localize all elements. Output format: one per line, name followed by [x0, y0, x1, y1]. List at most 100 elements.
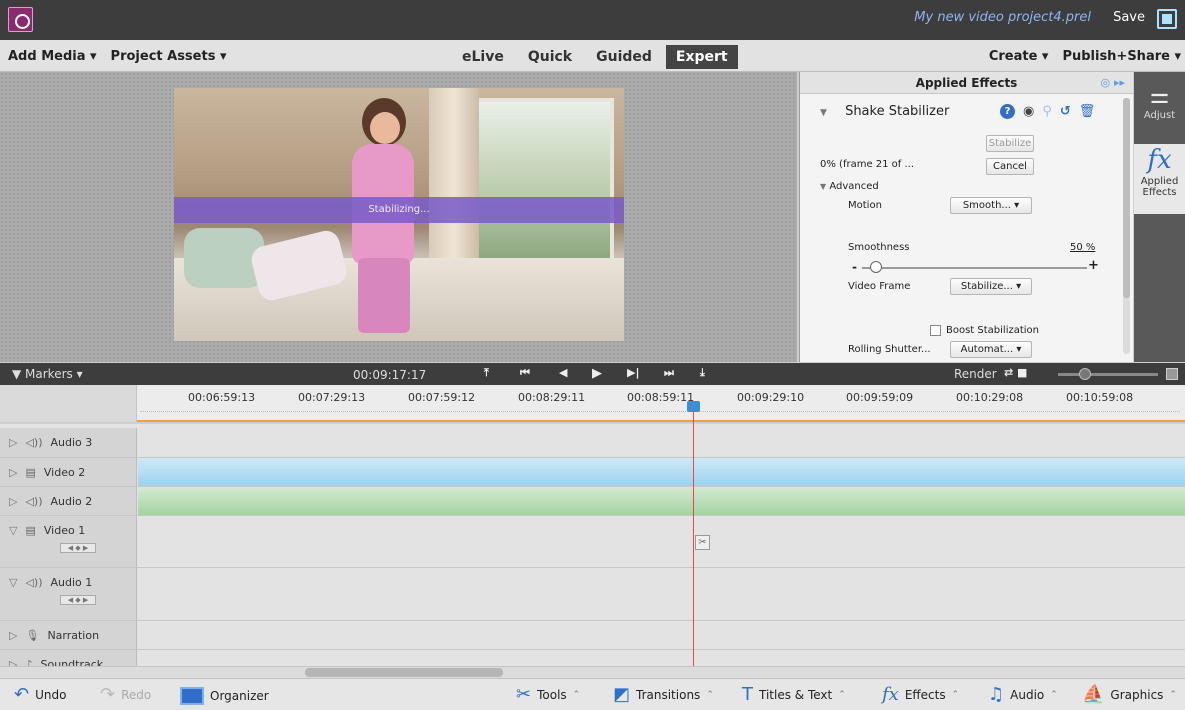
- smoothness-slider-knob[interactable]: [870, 261, 882, 273]
- collapse-triangle-icon[interactable]: ▼: [820, 108, 827, 118]
- sailboat-icon: ⛵: [1082, 684, 1105, 705]
- track-header[interactable]: ▷ 🎙 Narration: [0, 621, 137, 649]
- caret-icon: ⌃: [1050, 690, 1058, 700]
- title-bar: My new video project4.prel Save: [0, 0, 1185, 40]
- project-assets-menu[interactable]: Project Assets ▾: [111, 49, 227, 64]
- redo-icon: ↷: [100, 684, 116, 705]
- create-menu[interactable]: Create ▾: [989, 49, 1049, 64]
- applied-effects-tab[interactable]: fx Applied Effects: [1134, 144, 1185, 214]
- reset-icon[interactable]: ↺: [1060, 104, 1071, 119]
- caret-icon: ⌃: [951, 690, 960, 700]
- effect-header[interactable]: ▼ Shake Stabilizer: [820, 104, 949, 119]
- track-header[interactable]: ▷ ♪ Soundtrack: [0, 650, 137, 667]
- save-button[interactable]: Save: [1113, 10, 1145, 25]
- mode-elive[interactable]: eLive: [452, 45, 514, 69]
- track-lane[interactable]: [138, 650, 1185, 667]
- speaker-icon[interactable]: ◁)): [25, 436, 42, 449]
- publish-share-menu[interactable]: Publish+Share ▾: [1062, 49, 1181, 64]
- microphone-icon[interactable]: 🎙: [25, 629, 39, 642]
- panel-scrollbar-thumb[interactable]: [1123, 98, 1130, 298]
- keyframe-icon[interactable]: ⚲: [1042, 104, 1052, 119]
- step-forward-icon[interactable]: ▶|: [627, 366, 639, 379]
- smoothness-value[interactable]: 50 %: [1070, 242, 1095, 253]
- mode-quick[interactable]: Quick: [518, 45, 582, 69]
- go-to-start-icon[interactable]: ⤒: [484, 366, 489, 380]
- track-header[interactable]: ▷ ◁)) Audio 2: [0, 487, 137, 515]
- expand-triangle-icon[interactable]: ▷: [9, 466, 17, 479]
- rolling-shutter-select[interactable]: Automat... ▾: [950, 341, 1032, 358]
- eye-icon[interactable]: ◉: [1023, 104, 1034, 119]
- fullscreen-icon[interactable]: [1157, 9, 1177, 29]
- scissors-icon[interactable]: ✂: [695, 535, 710, 550]
- track-lane[interactable]: [138, 568, 1185, 620]
- expand-triangle-icon[interactable]: ▷: [9, 629, 17, 642]
- titles-text-button[interactable]: T Titles & Text ⌃: [742, 686, 846, 704]
- step-back-icon[interactable]: ◀: [559, 366, 567, 379]
- boost-stabilization-checkbox[interactable]: [930, 325, 941, 336]
- organizer-button[interactable]: Organizer: [180, 687, 269, 705]
- motion-select[interactable]: Smooth... ▾: [950, 197, 1032, 214]
- effects-button[interactable]: fx Effects ⌃: [882, 686, 960, 704]
- playhead-handle[interactable]: [687, 401, 700, 412]
- render-button[interactable]: Render: [954, 367, 997, 381]
- collapse-triangle-icon[interactable]: ▽: [9, 576, 17, 589]
- timeline-zoom-track[interactable]: [1058, 373, 1158, 376]
- graphics-button[interactable]: ⛵ Graphics ⌃: [1082, 684, 1177, 705]
- keyframe-nav-control[interactable]: ◀ ◆ ▶: [60, 543, 96, 553]
- expand-triangle-icon[interactable]: ▷: [9, 436, 17, 449]
- video-frame-select[interactable]: Stabilize... ▾: [950, 278, 1032, 295]
- panel-header: Applied Effects ◎ ▸▸: [800, 72, 1133, 94]
- markers-menu[interactable]: ▼ Markers ▾: [12, 367, 83, 381]
- motion-label: Motion: [848, 200, 882, 211]
- timeline-scrollbar-thumb[interactable]: [305, 668, 503, 677]
- cancel-button[interactable]: Cancel: [986, 158, 1034, 175]
- advanced-section[interactable]: ▼ Advanced: [820, 181, 879, 192]
- timeline-ruler[interactable]: 00:06:59:13 00:07:29:13 00:07:59:12 00:0…: [0, 385, 1185, 422]
- speaker-icon[interactable]: ◁)): [25, 495, 42, 508]
- tools-button[interactable]: ✂ Tools ⌃: [516, 684, 580, 705]
- film-icon[interactable]: ▤: [25, 466, 35, 479]
- render-options-icon[interactable]: ⇄ ■: [1004, 366, 1027, 379]
- track-header[interactable]: ▽ ◁)) Audio 1 ◀ ◆ ▶: [0, 568, 137, 620]
- film-icon[interactable]: ▤: [25, 524, 35, 537]
- help-icon[interactable]: ?: [1000, 104, 1015, 119]
- slider-minus[interactable]: -: [852, 260, 857, 274]
- adjust-tab[interactable]: ⚌ Adjust: [1134, 84, 1185, 144]
- add-media-menu[interactable]: Add Media ▾: [8, 49, 97, 64]
- playhead-line[interactable]: [693, 410, 694, 667]
- mode-expert[interactable]: Expert: [665, 45, 738, 69]
- smoothness-slider-track[interactable]: [862, 267, 1087, 269]
- zoom-fit-icon[interactable]: [1166, 368, 1178, 380]
- slider-plus[interactable]: +: [1088, 258, 1099, 273]
- ruler-tick: 00:07:59:12: [408, 391, 476, 404]
- transitions-button[interactable]: ◩ Transitions ⌃: [613, 686, 714, 704]
- collapse-triangle-icon[interactable]: ▽: [9, 524, 17, 537]
- trash-icon[interactable]: 🗑: [1079, 104, 1096, 119]
- track-lane[interactable]: [138, 428, 1185, 457]
- stabilize-button[interactable]: Stabilize: [986, 135, 1034, 152]
- redo-button[interactable]: ↷ Redo: [100, 684, 151, 705]
- previous-edit-icon[interactable]: ⏮: [520, 366, 530, 380]
- panel-options-icon[interactable]: ◎ ▸▸: [1101, 72, 1125, 94]
- track-header[interactable]: ▽ ▤ Video 1 ◀ ◆ ▶: [0, 516, 137, 567]
- undo-button[interactable]: ↶ Undo: [14, 686, 66, 704]
- track-lane[interactable]: [138, 621, 1185, 649]
- go-to-end-icon[interactable]: ⤓: [700, 366, 705, 380]
- video-2-clip[interactable]: [138, 458, 1185, 486]
- track-lane[interactable]: [138, 516, 1185, 567]
- right-rail: ⚌ Adjust fx Applied Effects: [1134, 72, 1185, 362]
- expand-triangle-icon[interactable]: ▷: [9, 495, 17, 508]
- timeline-zoom-knob[interactable]: [1079, 368, 1091, 380]
- speaker-icon[interactable]: ◁)): [25, 576, 42, 589]
- next-edit-icon[interactable]: ⏭: [664, 366, 674, 380]
- timeline-scrollbar[interactable]: [0, 666, 1185, 678]
- mode-guided[interactable]: Guided: [586, 45, 662, 69]
- play-icon[interactable]: ▶: [592, 366, 602, 381]
- keyframe-nav-control[interactable]: ◀ ◆ ▶: [60, 595, 96, 605]
- track-header[interactable]: ▷ ◁)) Audio 3: [0, 428, 137, 457]
- audio-2-clip[interactable]: [138, 487, 1185, 515]
- panel-scrollbar[interactable]: [1123, 98, 1130, 354]
- track-header[interactable]: ▷ ▤ Video 2: [0, 458, 137, 486]
- audio-button[interactable]: ♫ Audio ⌃: [988, 686, 1058, 704]
- tools-icon: ✂: [516, 684, 532, 705]
